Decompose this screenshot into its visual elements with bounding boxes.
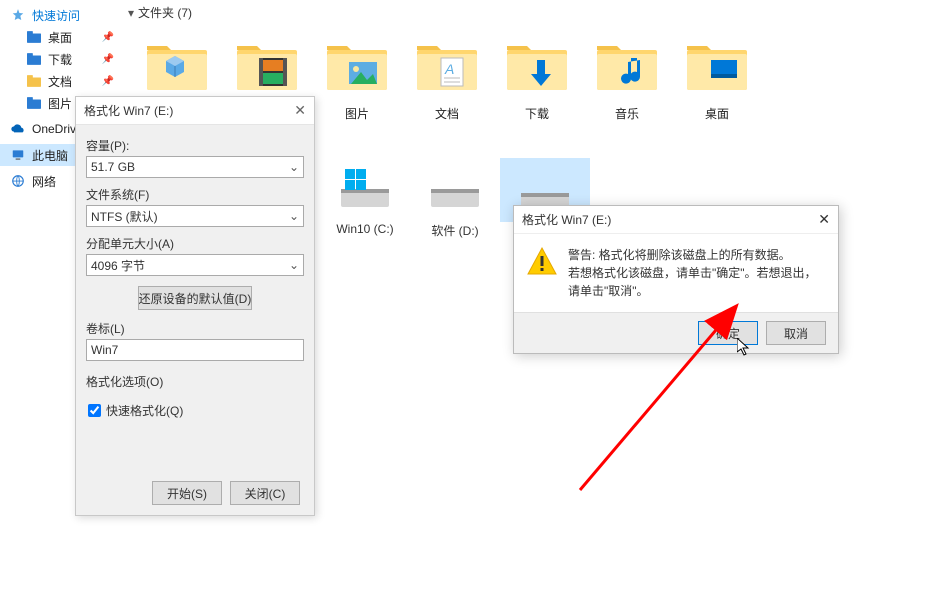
- nav-item-label: 图片: [48, 95, 72, 112]
- dialog-title: 格式化 Win7 (E:): [84, 102, 294, 119]
- nav-quick-access[interactable]: 快速访问: [0, 4, 120, 26]
- folder-icon: [26, 29, 42, 45]
- folder-downloads[interactable]: 下载: [492, 33, 582, 122]
- star-icon: [10, 7, 26, 23]
- chevron-down-icon: ▾: [128, 6, 134, 20]
- drive-c[interactable]: Win10 (C:): [320, 158, 410, 239]
- warning-icon: [526, 246, 558, 278]
- section-title: 文件夹 (7): [138, 4, 192, 21]
- folder-documents[interactable]: A 文档: [402, 33, 492, 122]
- dialog-titlebar[interactable]: 格式化 Win7 (E:) ✕: [76, 97, 314, 125]
- nav-quick-access-label: 快速访问: [32, 7, 80, 24]
- volume-input[interactable]: Win7: [86, 339, 304, 361]
- confirm-dialog: 格式化 Win7 (E:) ✕ 警告: 格式化将删除该磁盘上的所有数据。 若想格…: [513, 205, 839, 354]
- drive-d[interactable]: 软件 (D:): [410, 158, 500, 239]
- confirm-line2: 若想格式化该磁盘，请单击"确定"。若想退出，请单击"取消"。: [568, 264, 826, 300]
- folder-icon: [26, 95, 42, 111]
- alloc-value: 4096 字节: [91, 257, 145, 274]
- folder-label: 桌面: [672, 105, 762, 122]
- capacity-label: 容量(P):: [86, 137, 304, 154]
- quick-format-input[interactable]: [88, 404, 101, 417]
- format-dialog: 格式化 Win7 (E:) ✕ 容量(P): 51.7 GB ⌄ 文件系统(F)…: [75, 96, 315, 516]
- folder-label: 下载: [492, 105, 582, 122]
- nav-downloads[interactable]: 下载 📌: [0, 48, 120, 70]
- svg-text:A: A: [444, 61, 454, 77]
- capacity-select[interactable]: 51.7 GB ⌄: [86, 156, 304, 178]
- quick-format-label: 快速格式化(Q): [106, 402, 183, 419]
- alloc-select[interactable]: 4096 字节 ⌄: [86, 254, 304, 276]
- chevron-down-icon: ⌄: [289, 258, 299, 272]
- onedrive-icon: [10, 121, 26, 137]
- quick-format-checkbox[interactable]: 快速格式化(Q): [88, 402, 302, 419]
- network-icon: [10, 173, 26, 189]
- volume-value: Win7: [91, 343, 118, 357]
- folder-label: 文档: [402, 105, 492, 122]
- pin-icon: 📌: [102, 76, 114, 87]
- folder-music[interactable]: 音乐: [582, 33, 672, 122]
- dialog-titlebar[interactable]: 格式化 Win7 (E:) ✕: [514, 206, 838, 234]
- nav-item-label: 桌面: [48, 29, 72, 46]
- chevron-down-icon: ⌄: [289, 209, 299, 223]
- capacity-value: 51.7 GB: [91, 160, 135, 174]
- close-icon[interactable]: ✕: [818, 211, 830, 228]
- nav-documents[interactable]: 文档 📌: [0, 70, 120, 92]
- start-button[interactable]: 开始(S): [152, 481, 222, 505]
- ok-button[interactable]: 确定: [698, 321, 758, 345]
- fs-value: NTFS (默认): [91, 208, 158, 225]
- folder-icon: [26, 51, 42, 67]
- cancel-button[interactable]: 取消: [766, 321, 826, 345]
- nav-item-label: 文档: [48, 73, 72, 90]
- volume-label: 卷标(L): [86, 320, 304, 337]
- section-header[interactable]: ▾ 文件夹 (7): [120, 0, 951, 25]
- confirm-message: 警告: 格式化将删除该磁盘上的所有数据。 若想格式化该磁盘，请单击"确定"。若想…: [568, 246, 826, 300]
- close-icon[interactable]: ✕: [294, 102, 306, 119]
- chevron-down-icon: ⌄: [289, 160, 299, 174]
- folder-pictures[interactable]: 图片: [312, 33, 402, 122]
- folder-desktop[interactable]: 桌面: [672, 33, 762, 122]
- nav-item-label: 下载: [48, 51, 72, 68]
- nav-desktop[interactable]: 桌面 📌: [0, 26, 120, 48]
- pc-icon: [10, 147, 26, 163]
- fs-select[interactable]: NTFS (默认) ⌄: [86, 205, 304, 227]
- alloc-label: 分配单元大小(A): [86, 235, 304, 252]
- confirm-line1: 警告: 格式化将删除该磁盘上的所有数据。: [568, 246, 826, 264]
- confirm-title: 格式化 Win7 (E:): [522, 211, 818, 228]
- nav-this-pc-label: 此电脑: [32, 147, 68, 164]
- pin-icon: 📌: [102, 32, 114, 43]
- folder-icon: [26, 73, 42, 89]
- restore-defaults-button[interactable]: 还原设备的默认值(D): [138, 286, 253, 310]
- close-button[interactable]: 关闭(C): [230, 481, 300, 505]
- pin-icon: 📌: [102, 54, 114, 65]
- folder-label: 音乐: [582, 105, 672, 122]
- options-label: 格式化选项(O): [86, 373, 304, 390]
- drive-label: 软件 (D:): [410, 222, 500, 239]
- nav-network-label: 网络: [32, 173, 56, 190]
- folder-label: 图片: [312, 105, 402, 122]
- drive-label: Win10 (C:): [320, 222, 410, 236]
- fs-label: 文件系统(F): [86, 186, 304, 203]
